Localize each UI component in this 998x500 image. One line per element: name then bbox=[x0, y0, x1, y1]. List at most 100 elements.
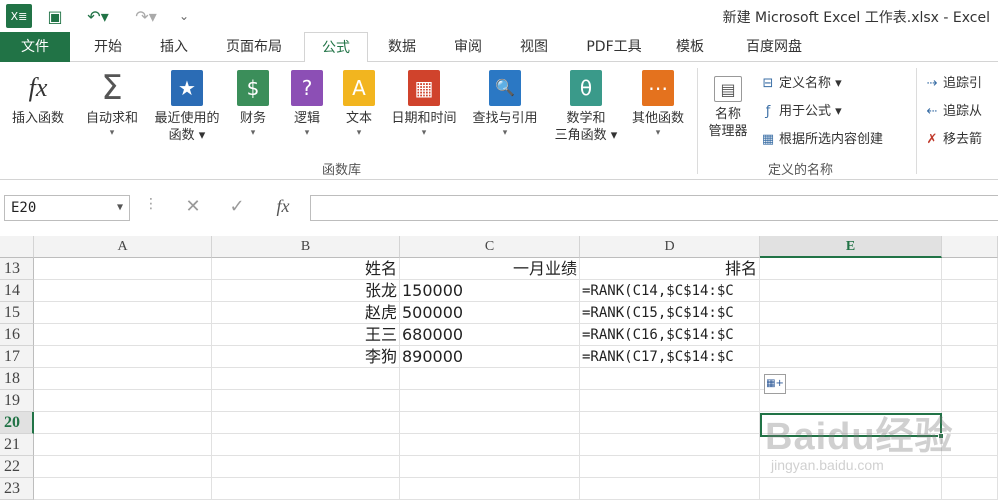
table-cell[interactable] bbox=[400, 478, 580, 500]
select-all-corner[interactable] bbox=[0, 236, 34, 258]
table-cell[interactable] bbox=[34, 412, 212, 434]
name-manager-button[interactable]: ▤ 名称 管理器 bbox=[702, 70, 754, 140]
table-cell[interactable] bbox=[212, 478, 400, 500]
table-cell[interactable] bbox=[580, 412, 760, 434]
table-cell[interactable] bbox=[942, 324, 998, 346]
table-cell[interactable]: 姓名 bbox=[212, 258, 400, 280]
redo-icon[interactable]: ↷▾ bbox=[128, 4, 164, 28]
table-cell[interactable]: 150000 bbox=[400, 280, 580, 302]
table-cell[interactable] bbox=[34, 434, 212, 456]
table-cell[interactable] bbox=[212, 368, 400, 390]
table-cell[interactable] bbox=[400, 434, 580, 456]
table-cell[interactable] bbox=[400, 390, 580, 412]
table-cell[interactable] bbox=[400, 412, 580, 434]
table-cell[interactable] bbox=[760, 258, 942, 280]
table-cell[interactable] bbox=[34, 258, 212, 280]
row-header[interactable]: 14 bbox=[0, 280, 34, 302]
name-box[interactable]: E20 ▼ bbox=[4, 195, 130, 221]
autosum-button[interactable]: Σ 自动求和 ▾ bbox=[78, 70, 146, 139]
lookup-reference-button[interactable]: 🔍 查找与引用 ▾ bbox=[466, 70, 544, 139]
tab-file[interactable]: 文件 bbox=[0, 32, 70, 62]
row-header[interactable]: 17 bbox=[0, 346, 34, 368]
row-header[interactable]: 19 bbox=[0, 390, 34, 412]
tab-insert[interactable]: 插入 bbox=[146, 32, 202, 62]
table-cell[interactable] bbox=[760, 280, 942, 302]
table-cell[interactable] bbox=[212, 434, 400, 456]
tab-templates[interactable]: 模板 bbox=[664, 32, 716, 62]
table-cell[interactable]: =RANK(C15,$C$14:$C bbox=[580, 302, 760, 324]
table-cell[interactable]: 680000 bbox=[400, 324, 580, 346]
table-cell[interactable]: =RANK(C14,$C$14:$C bbox=[580, 280, 760, 302]
table-cell[interactable] bbox=[942, 258, 998, 280]
tab-data[interactable]: 数据 bbox=[376, 32, 428, 62]
tab-formulas[interactable]: 公式 bbox=[304, 32, 368, 63]
chevron-down-icon[interactable]: ▼ bbox=[117, 196, 123, 220]
row-header[interactable]: 23 bbox=[0, 478, 34, 500]
date-time-button[interactable]: ▦ 日期和时间 ▾ bbox=[386, 70, 462, 139]
table-cell[interactable]: 一月业绩 bbox=[400, 258, 580, 280]
recently-used-button[interactable]: ★ 最近使用的 函数 ▾ bbox=[148, 70, 226, 144]
table-cell[interactable] bbox=[34, 280, 212, 302]
math-trig-button[interactable]: θ 数学和 三角函数 ▾ bbox=[548, 70, 624, 144]
row-header[interactable]: 16 bbox=[0, 324, 34, 346]
quick-analysis-icon[interactable]: ▦+ bbox=[764, 374, 786, 394]
table-cell[interactable] bbox=[212, 456, 400, 478]
table-cell[interactable]: 赵虎 bbox=[212, 302, 400, 324]
table-cell[interactable] bbox=[212, 390, 400, 412]
customize-quick-access-icon[interactable]: ⌄ bbox=[174, 4, 194, 28]
table-cell[interactable]: =RANK(C16,$C$14:$C bbox=[580, 324, 760, 346]
tab-view[interactable]: 视图 bbox=[508, 32, 560, 62]
use-in-formula-button[interactable]: ƒ 用于公式 ▾ bbox=[760, 100, 842, 119]
remove-arrows-button[interactable]: ✗ 移去箭 bbox=[924, 128, 982, 147]
table-cell[interactable] bbox=[942, 368, 998, 390]
table-cell[interactable]: 李狗 bbox=[212, 346, 400, 368]
insert-function-button[interactable]: fx 插入函数 bbox=[2, 70, 74, 127]
table-cell[interactable] bbox=[34, 346, 212, 368]
table-cell[interactable]: =RANK(C17,$C$14:$C bbox=[580, 346, 760, 368]
table-cell[interactable] bbox=[580, 390, 760, 412]
enter-icon[interactable]: ✓ bbox=[226, 196, 248, 217]
table-cell[interactable] bbox=[942, 280, 998, 302]
define-name-button[interactable]: ⊟ 定义名称 ▾ bbox=[760, 72, 842, 91]
table-cell[interactable]: 王三 bbox=[212, 324, 400, 346]
save-icon[interactable]: ▣ bbox=[42, 4, 68, 28]
table-cell[interactable] bbox=[580, 456, 760, 478]
row-header[interactable]: 13 bbox=[0, 258, 34, 280]
table-cell[interactable] bbox=[942, 346, 998, 368]
financial-button[interactable]: $ 财务 ▾ bbox=[230, 70, 276, 139]
table-cell[interactable] bbox=[760, 368, 942, 390]
tab-home[interactable]: 开始 bbox=[80, 32, 136, 62]
table-cell[interactable] bbox=[760, 346, 942, 368]
formula-input[interactable] bbox=[310, 195, 998, 221]
table-cell[interactable] bbox=[400, 456, 580, 478]
table-cell[interactable] bbox=[34, 390, 212, 412]
column-header-d[interactable]: D bbox=[580, 236, 760, 258]
column-header-c[interactable]: C bbox=[400, 236, 580, 258]
table-cell[interactable]: 排名 bbox=[580, 258, 760, 280]
row-header[interactable]: 22 bbox=[0, 456, 34, 478]
table-cell[interactable]: 890000 bbox=[400, 346, 580, 368]
table-cell[interactable] bbox=[34, 368, 212, 390]
table-cell[interactable] bbox=[34, 324, 212, 346]
table-cell[interactable] bbox=[580, 478, 760, 500]
table-cell[interactable] bbox=[580, 434, 760, 456]
column-header-a[interactable]: A bbox=[34, 236, 212, 258]
tab-pdf-tools[interactable]: PDF工具 bbox=[576, 32, 652, 62]
logical-button[interactable]: ? 逻辑 ▾ bbox=[284, 70, 330, 139]
table-cell[interactable] bbox=[34, 478, 212, 500]
tab-baidu-netdisk[interactable]: 百度网盘 bbox=[732, 32, 816, 62]
row-header[interactable]: 15 bbox=[0, 302, 34, 324]
trace-dependents-button[interactable]: ⇠ 追踪从 bbox=[924, 100, 982, 119]
table-cell[interactable] bbox=[580, 368, 760, 390]
trace-precedents-button[interactable]: ⇢ 追踪引 bbox=[924, 72, 982, 91]
table-cell[interactable] bbox=[760, 324, 942, 346]
table-cell[interactable]: 张龙 bbox=[212, 280, 400, 302]
column-header-f[interactable] bbox=[942, 236, 998, 258]
insert-function-icon[interactable]: fx bbox=[272, 196, 294, 217]
table-cell[interactable] bbox=[34, 302, 212, 324]
table-cell[interactable] bbox=[400, 368, 580, 390]
more-functions-button[interactable]: ⋯ 其他函数 ▾ bbox=[626, 70, 690, 139]
tab-review[interactable]: 审阅 bbox=[442, 32, 494, 62]
row-header[interactable]: 20 bbox=[0, 412, 34, 434]
table-cell[interactable] bbox=[212, 412, 400, 434]
